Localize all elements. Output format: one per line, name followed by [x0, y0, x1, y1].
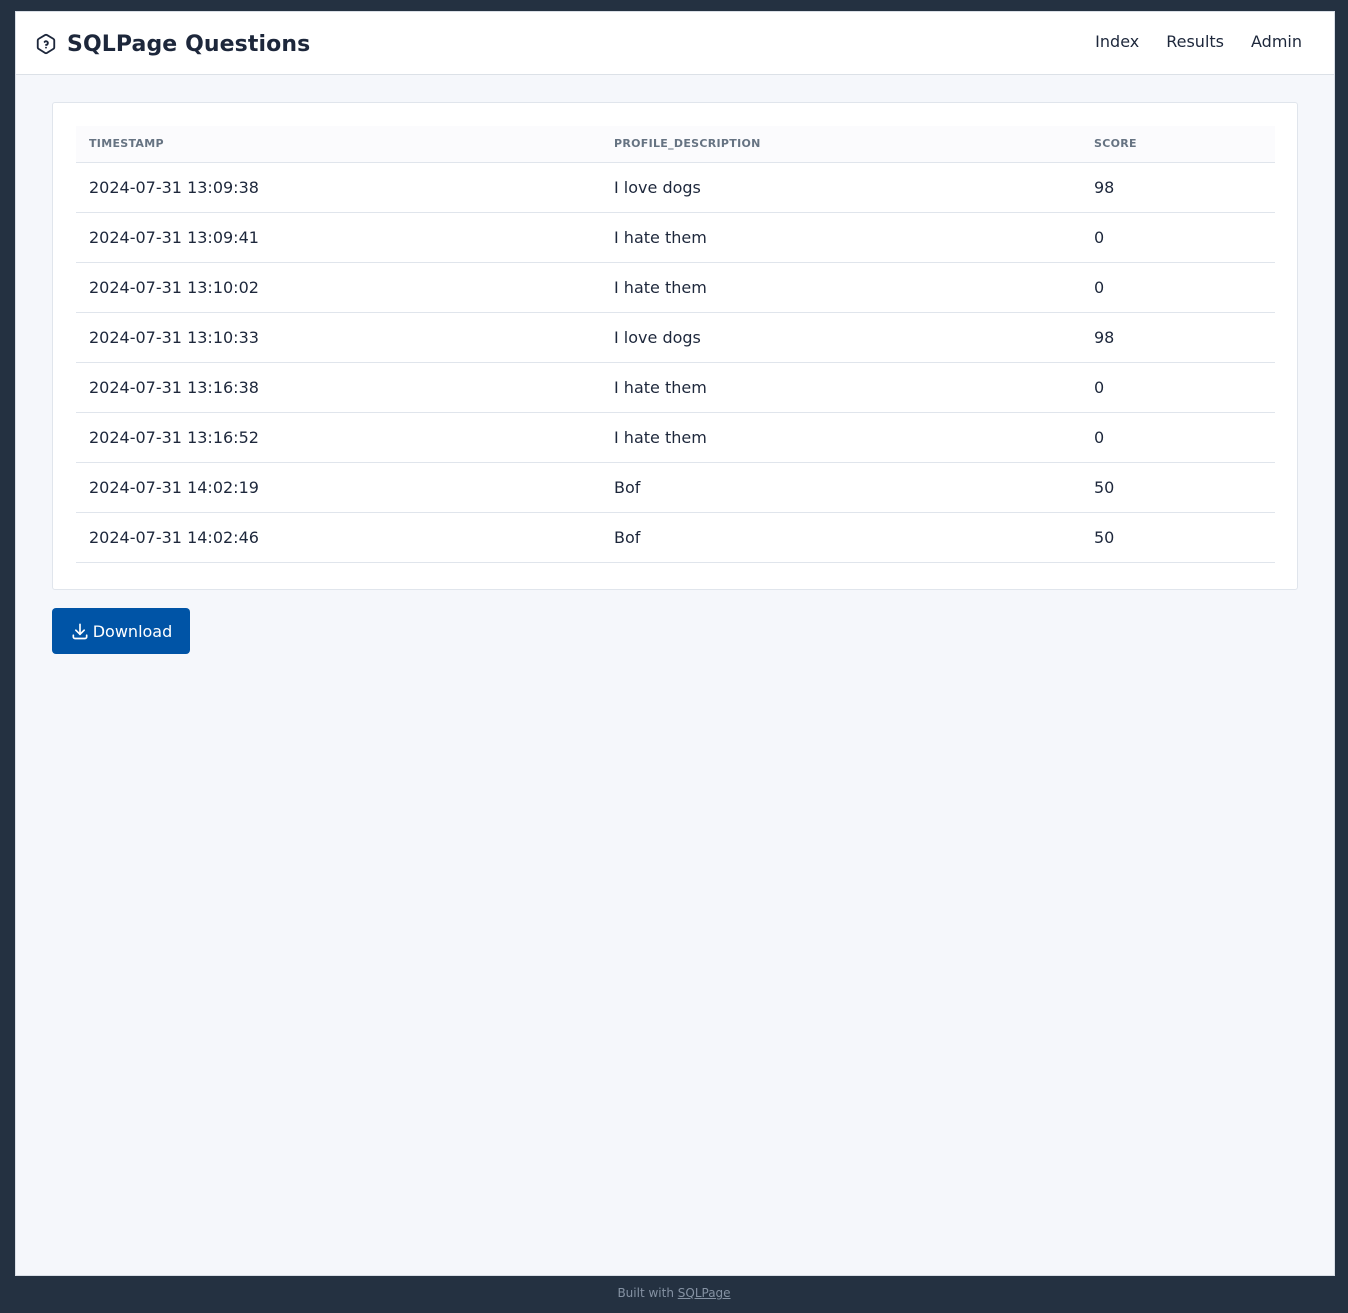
- top-navbar: SQLPage Questions Index Results Admin: [16, 12, 1334, 75]
- app-window: SQLPage Questions Index Results Admin TI…: [15, 11, 1335, 1276]
- nav-link-results[interactable]: Results: [1166, 32, 1224, 51]
- table-row: 2024-07-31 13:10:02 I hate them 0: [76, 262, 1275, 313]
- cell-score: 0: [1081, 412, 1275, 463]
- footer-sqlpage-link[interactable]: SQLPage: [678, 1286, 731, 1300]
- footer-text: Built with: [617, 1286, 674, 1300]
- cell-timestamp: 2024-07-31 13:10:33: [76, 312, 601, 363]
- table-row: 2024-07-31 13:09:38 I love dogs 98: [76, 162, 1275, 213]
- cell-profile-description: I hate them: [601, 362, 1081, 413]
- download-button[interactable]: Download: [52, 608, 190, 654]
- footer: Built with SQLPage: [0, 1286, 1348, 1300]
- cell-score: 98: [1081, 312, 1275, 363]
- column-header-profile-description[interactable]: PROFILE_DESCRIPTION: [601, 126, 1081, 163]
- table-row: 2024-07-31 13:16:52 I hate them 0: [76, 412, 1275, 463]
- cell-score: 50: [1081, 512, 1275, 563]
- nav-menu: Index Results Admin: [1095, 32, 1302, 51]
- cell-score: 0: [1081, 362, 1275, 413]
- cell-score: 98: [1081, 162, 1275, 213]
- cell-profile-description: I love dogs: [601, 162, 1081, 213]
- download-icon: [72, 623, 88, 640]
- brand[interactable]: SQLPage Questions: [35, 28, 310, 60]
- hexagon-question-icon: [36, 33, 56, 55]
- results-card: TIMESTAMP PROFILE_DESCRIPTION SCORE 2024…: [52, 102, 1298, 590]
- table-row: 2024-07-31 13:10:33 I love dogs 98: [76, 312, 1275, 363]
- cell-timestamp: 2024-07-31 13:09:38: [76, 162, 601, 213]
- cell-profile-description: Bof: [601, 512, 1081, 563]
- cell-profile-description: I hate them: [601, 262, 1081, 313]
- download-label: Download: [92, 621, 173, 641]
- column-header-score[interactable]: SCORE: [1081, 126, 1275, 163]
- cell-timestamp: 2024-07-31 13:10:02: [76, 262, 601, 313]
- cell-profile-description: I hate them: [601, 212, 1081, 263]
- nav-link-admin[interactable]: Admin: [1251, 32, 1302, 51]
- table-header: TIMESTAMP PROFILE_DESCRIPTION SCORE: [76, 126, 1275, 163]
- cell-score: 0: [1081, 212, 1275, 263]
- table-row: 2024-07-31 14:02:19 Bof 50: [76, 462, 1275, 513]
- table-row: 2024-07-31 14:02:46 Bof 50: [76, 512, 1275, 563]
- results-table: TIMESTAMP PROFILE_DESCRIPTION SCORE 2024…: [76, 126, 1275, 563]
- cell-timestamp: 2024-07-31 14:02:19: [76, 462, 601, 513]
- cell-profile-description: Bof: [601, 462, 1081, 513]
- table-row: 2024-07-31 13:09:41 I hate them 0: [76, 212, 1275, 263]
- header-row: TIMESTAMP PROFILE_DESCRIPTION SCORE: [76, 126, 1275, 163]
- cell-profile-description: I love dogs: [601, 312, 1081, 363]
- cell-score: 50: [1081, 462, 1275, 513]
- cell-score: 0: [1081, 262, 1275, 313]
- cell-timestamp: 2024-07-31 13:16:38: [76, 362, 601, 413]
- app-title: SQLPage Questions: [67, 31, 311, 57]
- nav-link-index[interactable]: Index: [1095, 32, 1139, 51]
- cell-timestamp: 2024-07-31 13:09:41: [76, 212, 601, 263]
- cell-timestamp: 2024-07-31 14:02:46: [76, 512, 601, 563]
- column-header-timestamp[interactable]: TIMESTAMP: [76, 126, 601, 163]
- cell-profile-description: I hate them: [601, 412, 1081, 463]
- table-body: 2024-07-31 13:09:38 I love dogs 98 2024-…: [76, 162, 1275, 563]
- table-row: 2024-07-31 13:16:38 I hate them 0: [76, 362, 1275, 413]
- cell-timestamp: 2024-07-31 13:16:52: [76, 412, 601, 463]
